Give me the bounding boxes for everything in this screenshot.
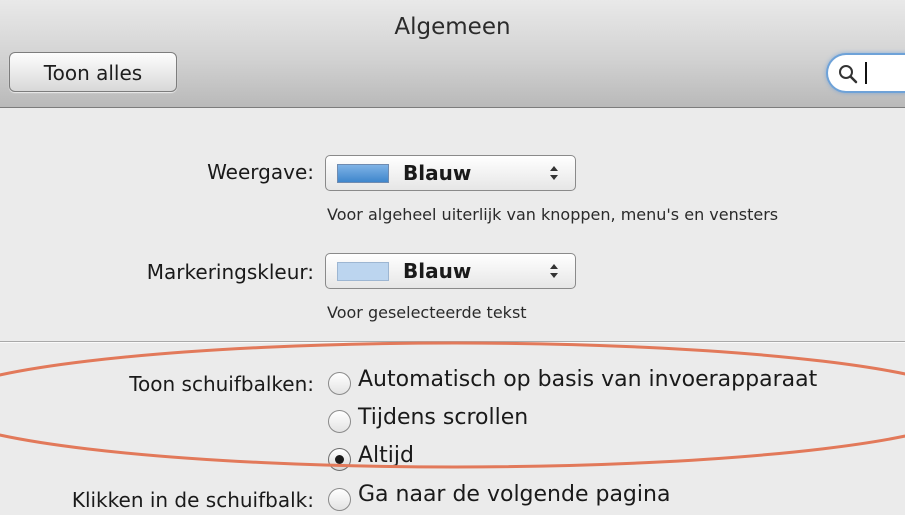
annotation-ellipse [0,341,905,469]
